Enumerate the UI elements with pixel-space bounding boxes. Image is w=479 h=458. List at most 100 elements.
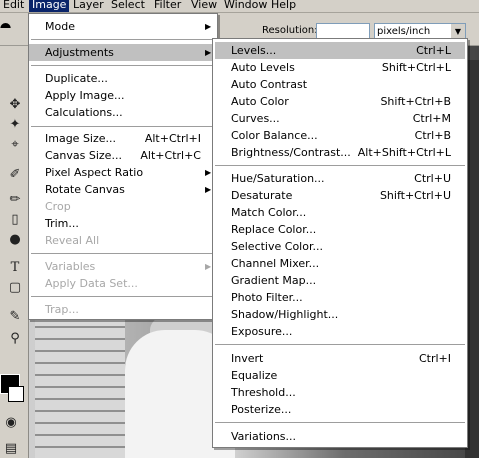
menu-item-image-size-shortcut: Alt+Ctrl+I: [144, 132, 201, 145]
submenu-arrow-icon: ▶: [205, 48, 212, 57]
adjustments-item-label: Photo Filter...: [231, 291, 303, 304]
menu-item-reveal-all: Reveal All: [29, 232, 217, 249]
crop-tool-icon[interactable]: ⯊: [0, 21, 11, 37]
menu-item-trap-label: Trap...: [45, 303, 79, 316]
adjustments-item-shortcut: Ctrl+U: [414, 172, 451, 185]
menu-bar: Edit Image Layer Select Filter View Wind…: [0, 0, 479, 13]
adjustments-item-curves[interactable]: Curves... Ctrl+M: [215, 110, 465, 127]
adjustments-item-label: Auto Color: [231, 95, 289, 108]
menu-separator: [31, 296, 215, 297]
adjustments-item-shortcut: Shift+Ctrl+U: [379, 189, 451, 202]
adjustments-item-brightness-contrast[interactable]: Brightness/Contrast... Alt+Shift+Ctrl+L: [215, 144, 465, 161]
adjustments-item-threshold[interactable]: Threshold...: [215, 384, 465, 401]
menu-item-variables: Variables ▶: [29, 258, 217, 275]
menu-item-apply-data-set: Apply Data Set...: [29, 275, 217, 292]
adjustments-item-shortcut: Ctrl+B: [414, 129, 451, 142]
adjustments-item-auto-levels[interactable]: Auto Levels Shift+Ctrl+L: [215, 59, 465, 76]
adjustments-item-label: Desaturate: [231, 189, 293, 202]
menu-item-calculations[interactable]: Calculations...: [29, 104, 217, 121]
menu-edit[interactable]: Edit: [0, 0, 27, 12]
history-brush-icon[interactable]: ✏: [6, 191, 24, 209]
adjustments-item-exposure[interactable]: Exposure...: [215, 323, 465, 340]
quick-mask-icon[interactable]: ◉: [2, 414, 20, 432]
adjustments-item-auto-color[interactable]: Auto Color Shift+Ctrl+B: [215, 93, 465, 110]
adjustments-item-invert[interactable]: Invert Ctrl+I: [215, 350, 465, 367]
adjustments-item-variations[interactable]: Variations...: [215, 428, 465, 445]
menu-image[interactable]: Image: [29, 0, 70, 12]
adjustments-item-photo-filter[interactable]: Photo Filter...: [215, 289, 465, 306]
adjustments-item-selective-color[interactable]: Selective Color...: [215, 238, 465, 255]
menu-separator: [31, 65, 215, 66]
adjustments-item-label: Shadow/Highlight...: [231, 308, 339, 321]
adjustments-item-replace-color[interactable]: Replace Color...: [215, 221, 465, 238]
menu-item-pixel-aspect-ratio[interactable]: Pixel Aspect Ratio ▶: [29, 164, 217, 181]
menu-item-mode[interactable]: Mode ▶: [29, 18, 217, 35]
menu-item-canvas-size-label: Canvas Size...: [45, 149, 122, 162]
adjustments-item-equalize[interactable]: Equalize: [215, 367, 465, 384]
menu-item-reveal-all-label: Reveal All: [45, 234, 100, 247]
menu-separator: [215, 165, 465, 166]
menu-item-mode-label: Mode: [45, 20, 75, 33]
adjustments-item-hue-saturation[interactable]: Hue/Saturation... Ctrl+U: [215, 170, 465, 187]
eraser-icon[interactable]: ▯: [6, 211, 24, 229]
menu-filter[interactable]: Filter: [151, 0, 184, 12]
background-color-swatch[interactable]: [8, 386, 24, 402]
menu-view[interactable]: View: [188, 0, 220, 12]
units-value: pixels/inch: [377, 26, 431, 37]
menu-item-duplicate[interactable]: Duplicate...: [29, 70, 217, 87]
screen-mode-icon[interactable]: ▤: [2, 440, 20, 458]
adjustments-item-shortcut: Ctrl+M: [412, 112, 451, 125]
shape-tool-icon[interactable]: ▢: [6, 279, 24, 297]
crop-icon[interactable]: ⌖: [6, 136, 24, 154]
image-menu: Mode ▶ Adjustments ▶ Duplicate... Apply …: [28, 13, 218, 320]
adjustments-item-label: Replace Color...: [231, 223, 317, 236]
adjustments-item-posterize[interactable]: Posterize...: [215, 401, 465, 418]
adjustments-item-desaturate[interactable]: Desaturate Shift+Ctrl+U: [215, 187, 465, 204]
menu-item-canvas-size[interactable]: Canvas Size... Alt+Ctrl+C: [29, 147, 217, 164]
move-tool-icon[interactable]: ✥: [6, 96, 24, 114]
adjustments-item-label: Exposure...: [231, 325, 293, 338]
eyedropper-icon[interactable]: ✎: [6, 308, 24, 326]
blur-icon[interactable]: ●: [6, 231, 24, 249]
adjustments-item-label: Posterize...: [231, 403, 292, 416]
brush-icon[interactable]: ✐: [6, 166, 24, 184]
menu-item-adjustments-label: Adjustments: [45, 46, 114, 59]
menu-item-variables-label: Variables: [45, 260, 96, 273]
adjustments-item-gradient-map[interactable]: Gradient Map...: [215, 272, 465, 289]
submenu-arrow-icon: ▶: [205, 185, 212, 194]
menu-help[interactable]: Help: [268, 0, 299, 12]
adjustments-item-levels[interactable]: Levels... Ctrl+L: [215, 42, 465, 59]
menu-select[interactable]: Select: [108, 0, 148, 12]
menu-layer[interactable]: Layer: [70, 0, 107, 12]
magic-wand-icon[interactable]: ✦: [6, 116, 24, 134]
resolution-label: Resolution:: [262, 25, 318, 36]
adjustments-item-shadow-highlight[interactable]: Shadow/Highlight...: [215, 306, 465, 323]
adjustments-item-label: Equalize: [231, 369, 278, 382]
adjustments-submenu: Levels... Ctrl+L Auto Levels Shift+Ctrl+…: [212, 38, 468, 448]
menu-item-image-size-label: Image Size...: [45, 132, 117, 145]
submenu-arrow-icon: ▶: [205, 168, 212, 177]
menu-item-adjustments[interactable]: Adjustments ▶: [29, 44, 217, 61]
adjustments-item-shortcut: Shift+Ctrl+B: [380, 95, 451, 108]
menu-item-pixel-aspect-ratio-label: Pixel Aspect Ratio: [45, 166, 144, 179]
adjustments-item-shortcut: Shift+Ctrl+L: [381, 61, 451, 74]
adjustments-item-channel-mixer[interactable]: Channel Mixer...: [215, 255, 465, 272]
adjustments-item-label: Hue/Saturation...: [231, 172, 325, 185]
menu-item-apply-image[interactable]: Apply Image...: [29, 87, 217, 104]
menu-separator: [31, 253, 215, 254]
menu-item-calculations-label: Calculations...: [45, 106, 123, 119]
adjustments-item-shortcut: Ctrl+I: [418, 352, 451, 365]
adjustments-item-label: Auto Contrast: [231, 78, 308, 91]
menu-item-image-size[interactable]: Image Size... Alt+Ctrl+I: [29, 130, 217, 147]
adjustments-item-label: Selective Color...: [231, 240, 323, 253]
type-tool-icon[interactable]: T: [6, 259, 24, 277]
menu-item-crop: Crop: [29, 198, 217, 215]
menu-item-trim[interactable]: Trim...: [29, 215, 217, 232]
adjustments-item-color-balance[interactable]: Color Balance... Ctrl+B: [215, 127, 465, 144]
adjustments-item-match-color[interactable]: Match Color...: [215, 204, 465, 221]
menu-window[interactable]: Window: [221, 0, 270, 12]
adjustments-item-auto-contrast[interactable]: Auto Contrast: [215, 76, 465, 93]
zoom-icon[interactable]: ⚲: [6, 330, 24, 348]
menu-item-rotate-canvas[interactable]: Rotate Canvas ▶: [29, 181, 217, 198]
adjustments-item-label: Color Balance...: [231, 129, 318, 142]
